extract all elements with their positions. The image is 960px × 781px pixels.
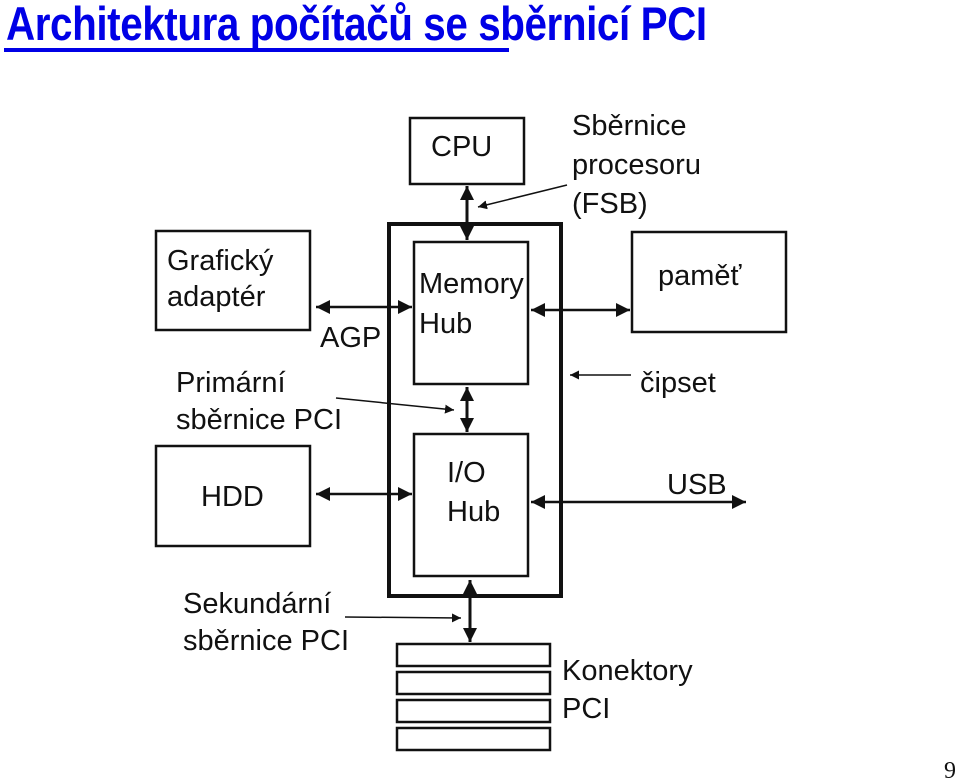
- pci-slot: [395, 642, 552, 668]
- io-hub-label-line1: I/O: [447, 457, 486, 489]
- memory-label: paměť: [658, 260, 743, 292]
- graphics-adapter-block: Grafický adaptér: [154, 229, 312, 332]
- pci-connector-slots: [395, 642, 552, 752]
- primary-pci-label-line2: sběrnice PCI: [176, 404, 342, 436]
- memory-block: paměť: [630, 230, 788, 334]
- graphics-adapter-label-line1: Grafický: [167, 245, 274, 277]
- memory-hub-block: Memory Hub: [412, 240, 530, 386]
- secondary-pci-pointer: [344, 613, 462, 623]
- memory-hub-label-line1: Memory: [419, 268, 524, 300]
- secondary-pci-label-line2: sběrnice PCI: [183, 625, 349, 657]
- pci-connectors-label-line2: PCI: [562, 693, 610, 725]
- io-hub-label-line2: Hub: [447, 496, 500, 528]
- memory-hub-label-line2: Hub: [419, 308, 472, 340]
- fsb-label-line3: (FSB): [572, 188, 648, 220]
- page-number: 9: [944, 758, 956, 781]
- pci-slot: [395, 726, 552, 752]
- io-hub-block: I/O Hub: [412, 432, 530, 578]
- primary-pci-label-line1: Primární: [176, 367, 286, 399]
- pci-connectors-label-line1: Konektory: [562, 655, 693, 687]
- chipset-label: čipset: [640, 367, 716, 399]
- cpu-label: CPU: [431, 131, 492, 163]
- pci-slot: [395, 670, 552, 696]
- agp-label: AGP: [320, 322, 381, 354]
- fsb-label-line2: procesoru: [572, 149, 701, 181]
- secondary-pci-label-line1: Sekundární: [183, 588, 331, 620]
- pci-slot: [395, 698, 552, 724]
- primary-pci-pointer: [335, 397, 455, 414]
- fsb-label-line1: Sběrnice: [572, 110, 686, 142]
- graphics-adapter-label-line2: adaptér: [167, 281, 266, 313]
- cpu-block: CPU: [408, 116, 526, 186]
- hdd-label: HDD: [201, 481, 264, 513]
- pci-architecture-diagram: CPU Memory Hub I/O Hub Grafický adaptér …: [154, 110, 956, 781]
- usb-label: USB: [667, 469, 727, 501]
- fsb-pointer: [477, 184, 568, 210]
- hdd-block: HDD: [154, 444, 312, 548]
